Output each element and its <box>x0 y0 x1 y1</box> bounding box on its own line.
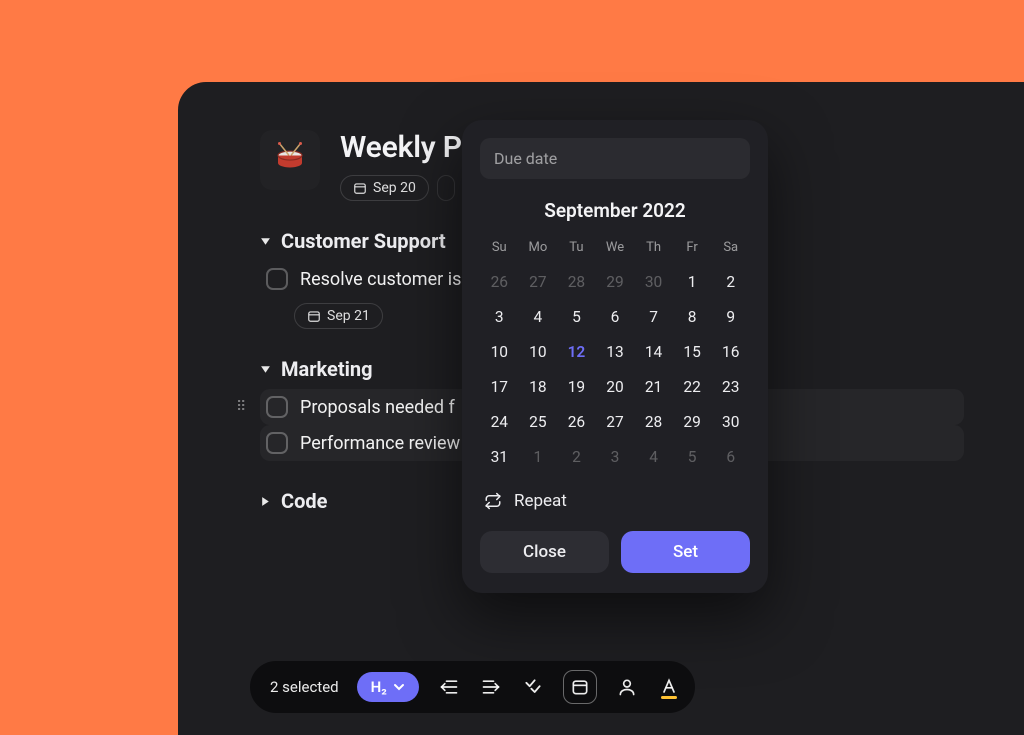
date-picker-popover: Due date September 2022 SuMoTuWeThFrSa 2… <box>462 120 768 593</box>
disclosure-icon[interactable] <box>260 364 271 375</box>
calendar-day[interactable]: 20 <box>596 370 635 403</box>
calendar-day[interactable]: 22 <box>673 370 712 403</box>
calendar-icon <box>353 181 367 195</box>
calendar-day[interactable]: 16 <box>711 335 750 368</box>
task-label: Performance review <box>300 433 460 454</box>
calendar-day[interactable]: 17 <box>480 370 519 403</box>
task-checkbox[interactable] <box>266 396 288 418</box>
calendar-day[interactable]: 26 <box>480 265 519 298</box>
app-window: Weekly P Sep 20 Customer Support Resolve… <box>178 82 1024 735</box>
calendar-day[interactable]: 19 <box>557 370 596 403</box>
page-title: Weekly P <box>340 130 462 165</box>
calendar-day[interactable]: 27 <box>596 405 635 438</box>
calendar-weekday: Th <box>634 236 673 265</box>
calendar-day[interactable]: 9 <box>711 300 750 333</box>
task-checkbox[interactable] <box>266 432 288 454</box>
calendar-day[interactable]: 4 <box>519 300 558 333</box>
calendar-day[interactable]: 28 <box>634 405 673 438</box>
assign-icon[interactable] <box>615 675 639 699</box>
repeat-label: Repeat <box>514 491 567 511</box>
calendar-day[interactable]: 6 <box>711 440 750 473</box>
calendar-day[interactable]: 14 <box>634 335 673 368</box>
section-title: Marketing <box>281 357 373 381</box>
calendar-weekday-row: SuMoTuWeThFrSa <box>480 236 750 265</box>
calendar-weekday: Tu <box>557 236 596 265</box>
outdent-icon[interactable] <box>437 675 461 699</box>
calendar-days-grid: 2627282930123456789101012131415161718192… <box>480 265 750 473</box>
calendar-day[interactable]: 23 <box>711 370 750 403</box>
calendar-day[interactable]: 13 <box>596 335 635 368</box>
disclosure-icon[interactable] <box>260 236 271 247</box>
calendar-day[interactable]: 18 <box>519 370 558 403</box>
date-icon[interactable] <box>563 670 597 704</box>
calendar-day[interactable]: 21 <box>634 370 673 403</box>
calendar-day[interactable]: 30 <box>711 405 750 438</box>
task-date-label: Sep 21 <box>327 308 370 324</box>
date-chip[interactable]: Sep 20 <box>340 175 429 201</box>
calendar-icon <box>307 309 321 323</box>
set-button[interactable]: Set <box>621 531 750 573</box>
calendar-day[interactable]: 15 <box>673 335 712 368</box>
disclosure-icon[interactable] <box>260 496 271 507</box>
heading-label: H₂ <box>371 678 387 696</box>
calendar-day[interactable]: 31 <box>480 440 519 473</box>
calendar-day[interactable]: 5 <box>673 440 712 473</box>
calendar-day[interactable]: 8 <box>673 300 712 333</box>
calendar-day[interactable]: 10 <box>519 335 558 368</box>
heading-dropdown[interactable]: H₂ <box>357 672 419 702</box>
task-label: Resolve customer is <box>300 269 461 290</box>
calendar-day[interactable]: 12 <box>557 335 596 368</box>
date-chip-ghost <box>437 175 455 201</box>
calendar-day[interactable]: 26 <box>557 405 596 438</box>
calendar-day[interactable]: 1 <box>673 265 712 298</box>
section-title: Customer Support <box>281 229 446 253</box>
calendar-day[interactable]: 28 <box>557 265 596 298</box>
calendar-day[interactable]: 2 <box>557 440 596 473</box>
task-date-chip[interactable]: Sep 21 <box>294 303 383 329</box>
calendar-day[interactable]: 10 <box>480 335 519 368</box>
chevron-down-icon <box>393 681 405 693</box>
task-label: Proposals needed f <box>300 397 455 418</box>
checklist-icon[interactable] <box>521 675 545 699</box>
selection-toolbar: 2 selected H₂ <box>250 661 695 713</box>
due-date-input[interactable]: Due date <box>480 138 750 179</box>
calendar-weekday: Mo <box>519 236 558 265</box>
calendar-day[interactable]: 27 <box>519 265 558 298</box>
repeat-row[interactable]: Repeat <box>484 491 746 511</box>
selection-count: 2 selected <box>270 678 339 696</box>
calendar-day[interactable]: 30 <box>634 265 673 298</box>
calendar-weekday: Su <box>480 236 519 265</box>
calendar-day[interactable]: 5 <box>557 300 596 333</box>
date-chip-label: Sep 20 <box>373 180 416 196</box>
drag-handle-icon[interactable]: ⠿ <box>236 399 245 415</box>
calendar-day[interactable]: 2 <box>711 265 750 298</box>
drum-icon <box>272 142 308 178</box>
calendar-day[interactable]: 4 <box>634 440 673 473</box>
close-button[interactable]: Close <box>480 531 609 573</box>
calendar-day[interactable]: 24 <box>480 405 519 438</box>
calendar-weekday: Sa <box>711 236 750 265</box>
calendar-day[interactable]: 3 <box>596 440 635 473</box>
calendar-day[interactable]: 3 <box>480 300 519 333</box>
calendar-day[interactable]: 25 <box>519 405 558 438</box>
repeat-icon <box>484 492 502 510</box>
calendar-day[interactable]: 29 <box>596 265 635 298</box>
calendar-weekday: We <box>596 236 635 265</box>
section-title: Code <box>281 489 327 513</box>
calendar-day[interactable]: 29 <box>673 405 712 438</box>
task-checkbox[interactable] <box>266 268 288 290</box>
page-icon[interactable] <box>260 130 320 190</box>
text-color-icon[interactable] <box>657 675 681 699</box>
indent-icon[interactable] <box>479 675 503 699</box>
calendar-weekday: Fr <box>673 236 712 265</box>
calendar-month-title: September 2022 <box>480 199 750 222</box>
calendar-day[interactable]: 7 <box>634 300 673 333</box>
calendar-day[interactable]: 6 <box>596 300 635 333</box>
calendar-day[interactable]: 1 <box>519 440 558 473</box>
